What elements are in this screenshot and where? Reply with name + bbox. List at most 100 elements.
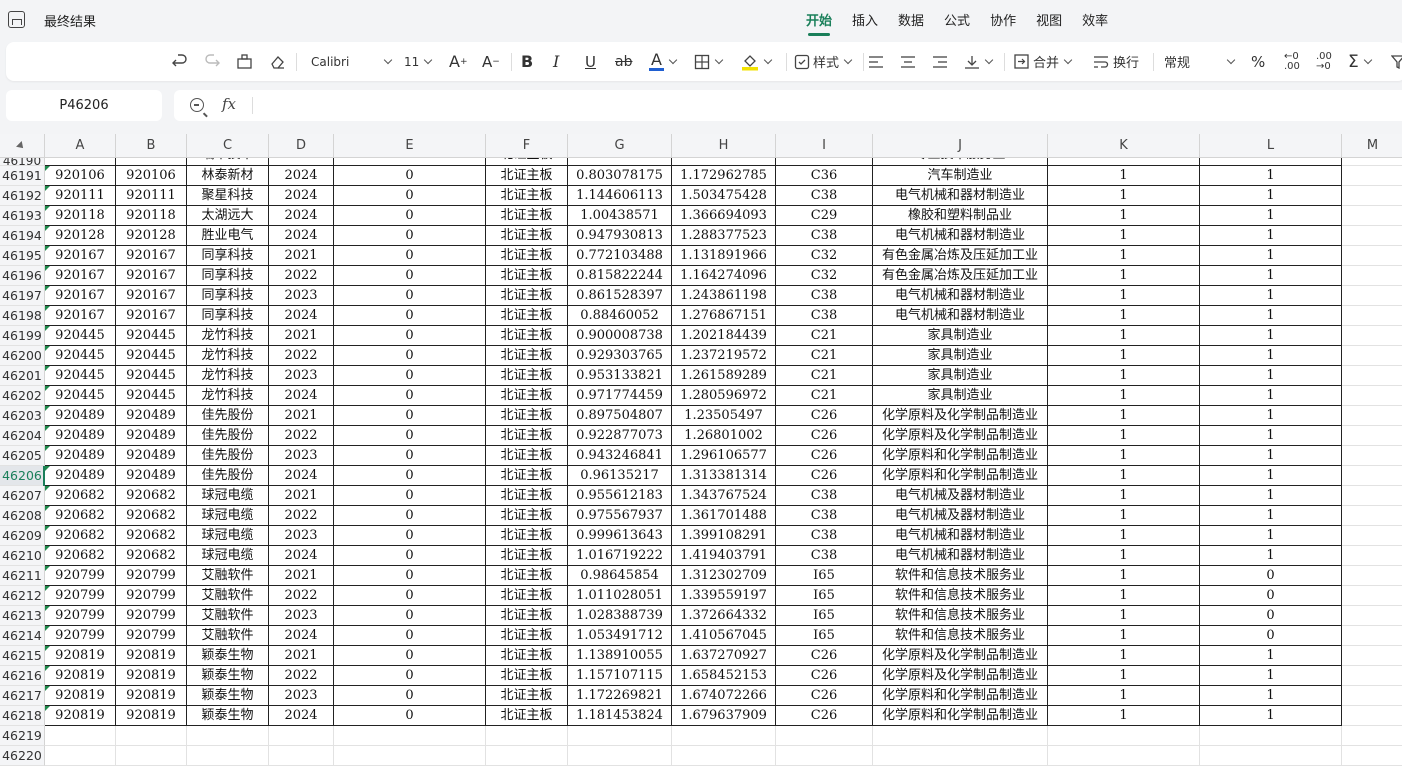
cell-J[interactable]: 软件和信息技术服务业 — [873, 606, 1048, 626]
cell-C[interactable]: 同享科技 — [187, 306, 269, 326]
cell-I[interactable]: I65 — [776, 586, 873, 606]
cell-C[interactable]: 太湖远大 — [187, 206, 269, 226]
cell-C[interactable]: 同享科技 — [187, 286, 269, 306]
cell-B[interactable]: 920489 — [116, 446, 187, 466]
cell-D[interactable]: 2021 — [269, 326, 334, 346]
cell-G[interactable]: 0.900008738 — [568, 326, 672, 346]
cell-A[interactable]: 920099 — [45, 158, 116, 166]
cell-G[interactable]: 1.144606113 — [568, 186, 672, 206]
cell-F[interactable]: 北证主板 — [486, 166, 568, 186]
cell-K[interactable]: 1 — [1048, 666, 1200, 686]
cell-H[interactable]: 1.164274096 — [672, 266, 776, 286]
increase-decimal-icon[interactable]: ←0.00 — [1284, 42, 1300, 81]
cell-M[interactable] — [1342, 306, 1402, 326]
cell-D[interactable]: 2024 — [269, 706, 334, 726]
cell-F[interactable]: 北证主板 — [486, 466, 568, 486]
format-painter-icon[interactable] — [236, 42, 253, 81]
cell-B[interactable] — [116, 726, 187, 746]
cell-J[interactable] — [873, 726, 1048, 746]
name-box[interactable]: P46206 — [6, 90, 162, 121]
cell-C[interactable]: 颖泰生物 — [187, 666, 269, 686]
cell-G[interactable]: 1.181453824 — [568, 706, 672, 726]
column-header-G[interactable]: G — [568, 134, 672, 158]
cell-style-button[interactable]: 样式 — [794, 42, 851, 81]
cell-L[interactable]: 1 — [1200, 446, 1342, 466]
cell-I[interactable] — [776, 746, 873, 766]
menu-tab-2[interactable]: 数据 — [898, 10, 924, 29]
cell-K[interactable]: 1 — [1048, 686, 1200, 706]
cell-L[interactable]: 1 — [1200, 466, 1342, 486]
cell-F[interactable]: 北证主板 — [486, 346, 568, 366]
cell-B[interactable]: 920489 — [116, 426, 187, 446]
cell-M[interactable] — [1342, 406, 1402, 426]
cell-F[interactable]: 北证主板 — [486, 606, 568, 626]
menu-tab-6[interactable]: 效率 — [1082, 10, 1108, 29]
cell-D[interactable]: 2022 — [269, 506, 334, 526]
row-header[interactable]: 46208 — [0, 506, 45, 526]
column-header-F[interactable]: F — [486, 134, 568, 158]
cell-E[interactable]: 0 — [334, 386, 486, 406]
row-header[interactable]: 46202 — [0, 386, 45, 406]
cell-D[interactable] — [269, 746, 334, 766]
cell-E[interactable]: 0 — [334, 646, 486, 666]
cell-G[interactable]: 1.138910055 — [568, 646, 672, 666]
cell-A[interactable]: 920682 — [45, 486, 116, 506]
cell-D[interactable]: 2022 — [269, 346, 334, 366]
cell-K[interactable]: 1 — [1048, 346, 1200, 366]
cell-M[interactable] — [1342, 386, 1402, 406]
cell-A[interactable]: 920799 — [45, 586, 116, 606]
cell-I[interactable]: C38 — [776, 226, 873, 246]
cell-H[interactable]: 1.23505497 — [672, 406, 776, 426]
cell-F[interactable] — [486, 746, 568, 766]
cell-K[interactable]: 1 — [1048, 646, 1200, 666]
cell-E[interactable]: 0 — [334, 446, 486, 466]
cell-G[interactable]: 1.011028051 — [568, 586, 672, 606]
cell-F[interactable]: 北证主板 — [486, 566, 568, 586]
row-header[interactable]: 46198 — [0, 306, 45, 326]
cell-F[interactable]: 北证主板 — [486, 666, 568, 686]
column-header-D[interactable]: D — [269, 134, 334, 158]
cell-B[interactable]: 920445 — [116, 326, 187, 346]
cell-J[interactable]: 软件和信息技术服务业 — [873, 586, 1048, 606]
cell-G[interactable]: 0.932832122 — [568, 158, 672, 166]
cell-F[interactable]: 北证主板 — [486, 186, 568, 206]
cell-K[interactable] — [1048, 726, 1200, 746]
cell-M[interactable] — [1342, 226, 1402, 246]
cell-B[interactable]: 920682 — [116, 506, 187, 526]
font-color-icon[interactable]: A — [649, 42, 676, 81]
cell-K[interactable]: 1 — [1048, 326, 1200, 346]
cell-L[interactable]: 0 — [1200, 606, 1342, 626]
row-header[interactable]: 46200 — [0, 346, 45, 366]
select-all-icon[interactable] — [0, 134, 45, 158]
cell-A[interactable]: 920106 — [45, 166, 116, 186]
cell-F[interactable]: 北证主板 — [486, 486, 568, 506]
cell-A[interactable]: 920167 — [45, 306, 116, 326]
cell-C[interactable]: 艾融软件 — [187, 626, 269, 646]
row-header[interactable]: 46194 — [0, 226, 45, 246]
cell-M[interactable] — [1342, 506, 1402, 526]
cell-F[interactable]: 北证主板 — [486, 546, 568, 566]
cell-I[interactable]: C26 — [776, 686, 873, 706]
cell-G[interactable]: 0.98645854 — [568, 566, 672, 586]
zoom-out-icon[interactable] — [190, 98, 204, 112]
cell-L[interactable]: 1 — [1200, 306, 1342, 326]
cell-H[interactable]: 1.243861198 — [672, 286, 776, 306]
cell-D[interactable]: 2022 — [269, 586, 334, 606]
cell-G[interactable]: 0.943246841 — [568, 446, 672, 466]
cell-L[interactable]: 1 — [1200, 226, 1342, 246]
border-icon[interactable] — [694, 42, 722, 81]
cell-H[interactable]: 1.296106577 — [672, 446, 776, 466]
cell-E[interactable]: 0 — [334, 186, 486, 206]
cell-C[interactable]: 佳先股份 — [187, 406, 269, 426]
cell-J[interactable]: 有色金属冶炼及压延加工业 — [873, 266, 1048, 286]
cell-K[interactable]: 1 — [1048, 266, 1200, 286]
cell-D[interactable]: 2024 — [269, 226, 334, 246]
cell-I[interactable]: C26 — [776, 406, 873, 426]
underline-icon[interactable]: U — [585, 42, 596, 81]
cell-B[interactable]: 920167 — [116, 286, 187, 306]
cell-A[interactable]: 920489 — [45, 406, 116, 426]
cell-K[interactable]: 1 — [1048, 166, 1200, 186]
cell-A[interactable]: 920445 — [45, 326, 116, 346]
cell-G[interactable]: 1.053491712 — [568, 626, 672, 646]
menu-tab-3[interactable]: 公式 — [944, 10, 970, 29]
